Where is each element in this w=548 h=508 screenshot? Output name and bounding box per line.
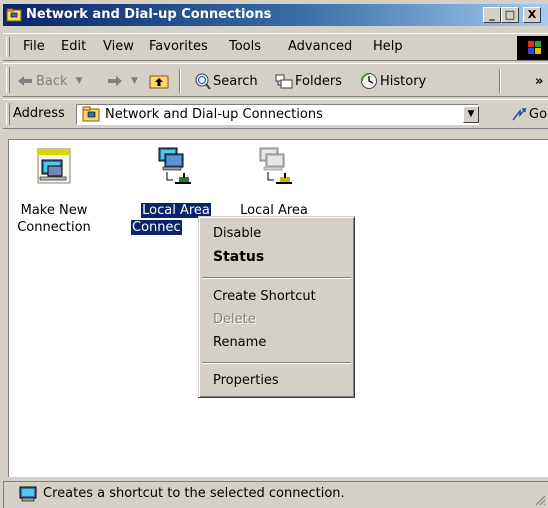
folder-network-icon — [82, 106, 100, 122]
history-button[interactable]: History — [360, 71, 426, 91]
close-button[interactable]: X — [523, 7, 541, 23]
menu-edit[interactable]: Edit — [61, 39, 86, 54]
back-dropdown-icon[interactable]: ▼ — [76, 76, 83, 86]
go-arrow-icon — [512, 108, 527, 121]
make-new-connection-icon — [37, 148, 71, 184]
address-value: Network and Dial-up Connections — [105, 107, 323, 122]
up-folder-button[interactable] — [149, 71, 169, 91]
menu-separator — [202, 362, 351, 364]
address-bar-grip[interactable] — [6, 103, 10, 125]
search-button[interactable]: Search — [193, 71, 258, 91]
go-label: Go — [529, 106, 548, 122]
toolbar-overflow-chevron-icon[interactable]: » — [535, 71, 543, 91]
resize-grip-icon[interactable] — [534, 494, 546, 506]
toolbar-separator — [179, 69, 181, 93]
network-connection-disabled-icon — [259, 147, 292, 184]
window-title: Network and Dial-up Connections — [26, 7, 272, 22]
toolbar-separator — [499, 69, 501, 93]
network-connection-icon — [158, 147, 191, 184]
folders-button[interactable]: Folders — [275, 71, 342, 91]
folders-icon — [275, 74, 293, 89]
forward-button[interactable]: ▼ — [107, 71, 138, 91]
address-label: Address — [13, 106, 65, 121]
menu-bar: File Edit View Favorites Tools Advanced … — [3, 33, 548, 61]
windows-logo-icon — [517, 36, 548, 60]
back-label: Back — [36, 73, 68, 89]
folder-network-icon — [6, 8, 22, 22]
address-input[interactable]: Network and Dial-up Connections ▼ — [76, 104, 479, 125]
menu-item-properties[interactable]: Properties — [213, 373, 279, 388]
menu-bar-grip[interactable] — [6, 37, 10, 57]
history-label: History — [380, 73, 427, 89]
folders-label: Folders — [295, 73, 342, 89]
go-button[interactable]: Go — [511, 104, 547, 124]
maximize-button[interactable]: □ — [501, 7, 519, 23]
menu-item-disable[interactable]: Disable — [213, 226, 261, 241]
forward-dropdown-icon[interactable]: ▼ — [131, 76, 138, 86]
back-arrow-icon — [18, 76, 32, 86]
menu-favorites[interactable]: Favorites — [149, 39, 208, 54]
explorer-window: Network and Dial-up Connections _ □ X Fi… — [0, 0, 548, 508]
back-button[interactable]: Back ▼ — [17, 71, 82, 91]
menu-advanced[interactable]: Advanced — [288, 39, 352, 54]
menu-view[interactable]: View — [103, 39, 134, 54]
status-bar: Creates a shortcut to the selected conne… — [3, 481, 548, 508]
standard-toolbar: Back ▼ ▼ Search Folders History » — [3, 63, 548, 97]
status-text: Creates a shortcut to the selected conne… — [43, 486, 345, 501]
menu-help[interactable]: Help — [373, 39, 403, 54]
menu-item-create-shortcut[interactable]: Create Shortcut — [213, 289, 316, 304]
context-menu: Disable Status Create Shortcut Delete Re… — [198, 216, 355, 398]
menu-file[interactable]: File — [23, 39, 45, 54]
menu-separator — [202, 277, 351, 279]
menu-tools[interactable]: Tools — [229, 39, 261, 54]
toolbar-grip[interactable] — [6, 67, 10, 93]
address-dropdown-button[interactable]: ▼ — [463, 106, 479, 123]
title-bar[interactable]: Network and Dial-up Connections _ □ X — [3, 4, 548, 26]
menu-item-delete: Delete — [213, 312, 256, 327]
network-connection-small-icon — [19, 486, 37, 502]
search-icon — [195, 73, 211, 90]
search-label: Search — [213, 73, 258, 89]
address-bar: Address Network and Dial-up Connections … — [3, 99, 548, 129]
menu-item-rename[interactable]: Rename — [213, 335, 266, 350]
minimize-button[interactable]: _ — [483, 7, 501, 23]
menu-item-status[interactable]: Status — [213, 249, 264, 265]
item-label: Make New Connection — [17, 203, 91, 235]
forward-arrow-icon — [108, 76, 122, 86]
history-icon — [361, 73, 377, 89]
up-folder-icon — [149, 75, 169, 89]
